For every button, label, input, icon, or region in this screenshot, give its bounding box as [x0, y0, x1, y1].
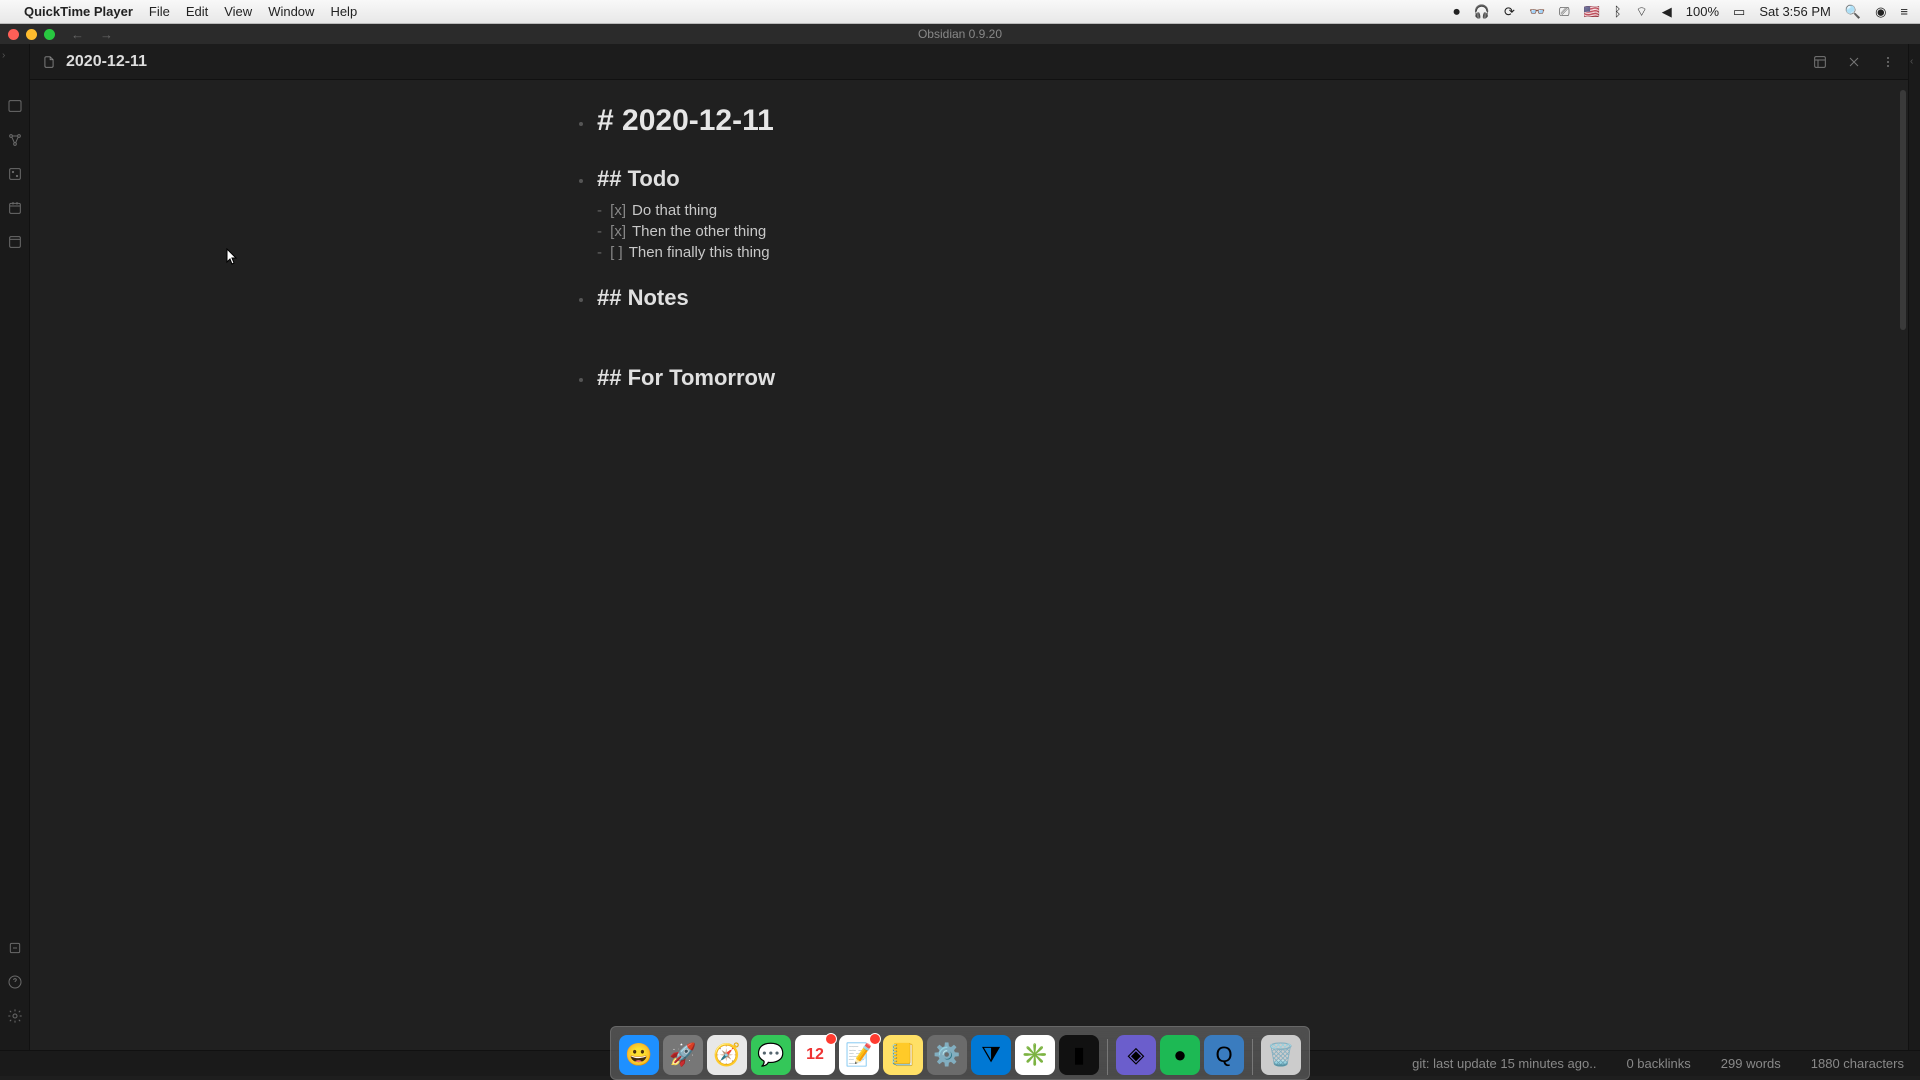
menu-window[interactable]: Window [268, 4, 314, 19]
status-words: 299 words [1721, 1056, 1781, 1071]
menubar-display-icon[interactable]: ⎚ [1559, 4, 1569, 20]
tab-header: 2020-12-11 [30, 44, 1908, 80]
nav-forward-button[interactable]: → [100, 27, 113, 42]
menubar-bluetooth-icon[interactable]: ᛒ [1614, 4, 1622, 19]
ribbon-command-icon[interactable] [7, 940, 23, 956]
right-sidebar-expand-icon[interactable]: ‹ [1910, 56, 1913, 67]
h2-tomorrow[interactable]: ## For Tomorrow [597, 365, 775, 390]
dock-notes-icon[interactable]: 📒 [883, 1035, 923, 1075]
menubar-sync-icon[interactable]: ⟳ [1504, 4, 1515, 20]
scrollbar-thumb[interactable] [1900, 90, 1906, 330]
tab-title[interactable]: 2020-12-11 [66, 53, 147, 71]
file-icon [42, 55, 56, 69]
menubar-wifi-icon[interactable]: ⌔ [1636, 4, 1648, 20]
dock-quicktime-icon[interactable]: Q [1204, 1035, 1244, 1075]
dock-settings-icon[interactable]: ⚙️ [927, 1035, 967, 1075]
menubar-rec-icon[interactable]: ⏺ [1453, 4, 1460, 20]
dock-reminders-icon[interactable]: 📝 [839, 1035, 879, 1075]
dock-slack-icon[interactable]: ✳️ [1015, 1035, 1055, 1075]
menu-edit[interactable]: Edit [186, 4, 208, 19]
ribbon-daily-icon[interactable] [7, 200, 23, 216]
dock-finder-icon[interactable]: 😀 [619, 1035, 659, 1075]
menubar-battery-icon[interactable]: ▭ [1733, 4, 1745, 20]
menubar-clock[interactable]: Sat 3:56 PM [1759, 4, 1831, 19]
macos-dock: 😀🚀🧭💬12📝📒⚙️⧩✳️▮ ◈●Q 🗑️ [610, 1026, 1310, 1080]
dock-launchpad-icon[interactable]: 🚀 [663, 1035, 703, 1075]
status-chars: 1880 characters [1811, 1056, 1904, 1071]
close-tab-icon[interactable] [1846, 54, 1862, 70]
menubar-headphones-icon[interactable]: 🎧 [1474, 4, 1490, 20]
editor-viewport[interactable]: # 2020-12-11 ## Todo - [x]Do that thing … [30, 80, 1908, 1050]
task-text[interactable]: Then finally this thing [629, 244, 770, 261]
window-title: Obsidian 0.9.20 [918, 27, 1002, 41]
dock-vscode-icon[interactable]: ⧩ [971, 1035, 1011, 1075]
checkbox-unchecked-icon[interactable]: [ ] [610, 244, 623, 261]
nav-back-button[interactable]: ← [71, 27, 84, 42]
dock-safari-icon[interactable]: 🧭 [707, 1035, 747, 1075]
ribbon-graph-icon[interactable] [7, 132, 23, 148]
menubar-glasses-icon[interactable]: 👓 [1529, 4, 1545, 20]
dock-spotify-icon[interactable]: ● [1160, 1035, 1200, 1075]
markdown-editor[interactable]: # 2020-12-11 ## Todo - [x]Do that thing … [579, 80, 1359, 461]
task-text[interactable]: Do that thing [632, 202, 717, 219]
dock-obsidian-icon[interactable]: ◈ [1116, 1035, 1156, 1075]
checkbox-checked-icon[interactable]: [x] [610, 202, 626, 219]
menubar-app-name[interactable]: QuickTime Player [24, 4, 133, 19]
preview-mode-icon[interactable] [1812, 54, 1828, 70]
menubar-volume-icon[interactable]: ◀ [1662, 4, 1672, 20]
ribbon-settings-icon[interactable] [7, 1008, 23, 1024]
menu-view[interactable]: View [224, 4, 252, 19]
ribbon-random-icon[interactable] [7, 166, 23, 182]
ribbon-template-icon[interactable] [7, 234, 23, 250]
traffic-lights [8, 29, 55, 40]
window-titlebar: ← → Obsidian 0.9.20 [0, 24, 1920, 44]
menubar-flag-icon[interactable]: 🇺🇸 [1584, 4, 1600, 20]
menu-file[interactable]: File [149, 4, 170, 19]
right-sidebar-collapsed: ‹ [1908, 44, 1920, 1050]
window-close-button[interactable] [8, 29, 19, 40]
window-zoom-button[interactable] [44, 29, 55, 40]
ribbon-file-explorer-icon[interactable] [7, 98, 23, 114]
h2-notes[interactable]: ## Notes [597, 285, 689, 310]
menubar-notifications-icon[interactable]: ≡ [1900, 4, 1908, 19]
main-pane: 2020-12-11 # 2020-12-11 ## Todo - [x]Do … [30, 44, 1908, 1050]
left-ribbon: › [0, 44, 30, 1050]
task-text[interactable]: Then the other thing [632, 223, 766, 240]
sidebar-expand-icon[interactable]: › [2, 50, 5, 61]
macos-menubar: QuickTime Player File Edit View Window H… [0, 0, 1920, 24]
menubar-battery-pct[interactable]: 100% [1686, 4, 1719, 19]
dock-terminal-icon[interactable]: ▮ [1059, 1035, 1099, 1075]
window-minimize-button[interactable] [26, 29, 37, 40]
menubar-spotlight-icon[interactable]: 🔍 [1845, 4, 1861, 20]
dock-trash-icon[interactable]: 🗑️ [1261, 1035, 1301, 1075]
status-backlinks[interactable]: 0 backlinks [1626, 1056, 1690, 1071]
status-git[interactable]: git: last update 15 minutes ago.. [1412, 1056, 1596, 1071]
dock-calendar-icon[interactable]: 12 [795, 1035, 835, 1075]
h1-text[interactable]: # 2020-12-11 [597, 104, 774, 137]
ribbon-help-icon[interactable] [7, 974, 23, 990]
h2-todo[interactable]: ## Todo [597, 166, 680, 191]
dock-messages-icon[interactable]: 💬 [751, 1035, 791, 1075]
more-options-icon[interactable] [1880, 54, 1896, 70]
menu-help[interactable]: Help [330, 4, 357, 19]
menubar-siri-icon[interactable]: ◉ [1875, 4, 1886, 20]
checkbox-checked-icon[interactable]: [x] [610, 223, 626, 240]
